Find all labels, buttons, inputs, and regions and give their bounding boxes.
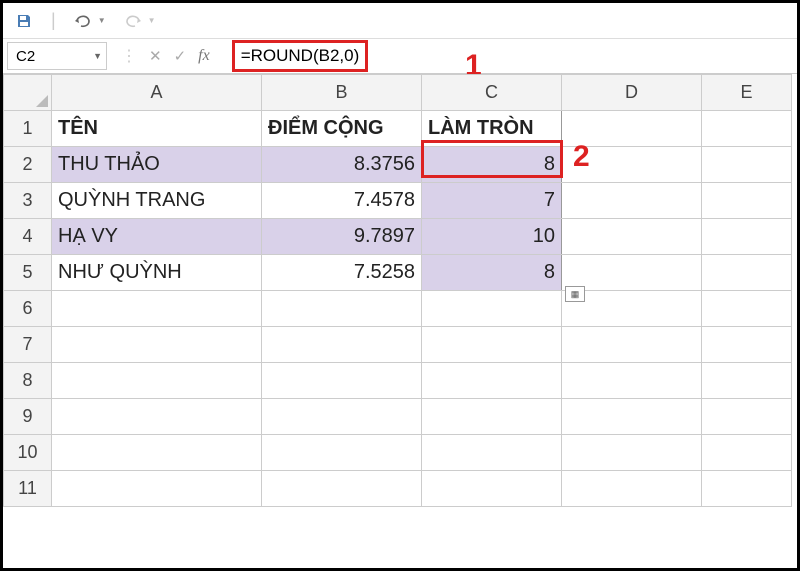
formula-highlight-box: =ROUND(B2,0) <box>232 40 369 72</box>
cell-C1[interactable]: LÀM TRÒN <box>422 111 562 147</box>
column-header-D[interactable]: D <box>562 75 702 111</box>
cell-A3[interactable]: QUỲNH TRANG <box>52 183 262 219</box>
cell-E10[interactable] <box>702 435 792 471</box>
cell-D3[interactable] <box>562 183 702 219</box>
cell-E3[interactable] <box>702 183 792 219</box>
column-header-E[interactable]: E <box>702 75 792 111</box>
cell-C5[interactable]: 8 <box>422 255 562 291</box>
cell-A10[interactable] <box>52 435 262 471</box>
cell-E6[interactable] <box>702 291 792 327</box>
row-header-5[interactable]: 5 <box>4 255 52 291</box>
cell-D9[interactable] <box>562 399 702 435</box>
cell-A2[interactable]: THU THẢO <box>52 147 262 183</box>
redo-icon[interactable] <box>124 12 142 30</box>
undo-icon[interactable] <box>74 12 92 30</box>
cell-B2[interactable]: 8.3756 <box>262 147 422 183</box>
cell-C3[interactable]: 7 <box>422 183 562 219</box>
row-header-9[interactable]: 9 <box>4 399 52 435</box>
cell-A4[interactable]: HẠ VY <box>52 219 262 255</box>
separator: | <box>51 10 56 31</box>
cell-E5[interactable] <box>702 255 792 291</box>
row-header-8[interactable]: 8 <box>4 363 52 399</box>
cell-B8[interactable] <box>262 363 422 399</box>
cell-D10[interactable] <box>562 435 702 471</box>
row-header-7[interactable]: 7 <box>4 327 52 363</box>
cell-C11[interactable] <box>422 471 562 507</box>
quick-access-toolbar: | ▼ ▼ <box>3 3 797 38</box>
cell-D8[interactable] <box>562 363 702 399</box>
cell-B1[interactable]: ĐIỂM CỘNG <box>262 111 422 147</box>
row-header-6[interactable]: 6 <box>4 291 52 327</box>
cell-C9[interactable] <box>422 399 562 435</box>
cell-E11[interactable] <box>702 471 792 507</box>
cell-E9[interactable] <box>702 399 792 435</box>
cell-A1[interactable]: TÊN <box>52 111 262 147</box>
formula-bar: C2 ▼ ⋮ ✕ ✓ fx =ROUND(B2,0) 1 <box>3 38 797 74</box>
cell-E4[interactable] <box>702 219 792 255</box>
cancel-icon[interactable]: ✕ <box>149 47 162 65</box>
cell-B4[interactable]: 9.7897 <box>262 219 422 255</box>
cell-B9[interactable] <box>262 399 422 435</box>
cell-C6[interactable] <box>422 291 562 327</box>
enter-icon[interactable]: ✓ <box>174 47 187 65</box>
cell-A8[interactable] <box>52 363 262 399</box>
cell-D11[interactable] <box>562 471 702 507</box>
cell-E7[interactable] <box>702 327 792 363</box>
cell-C8[interactable] <box>422 363 562 399</box>
cell-C7[interactable] <box>422 327 562 363</box>
callout-2: 2 <box>573 140 590 174</box>
row-header-11[interactable]: 11 <box>4 471 52 507</box>
cell-A6[interactable] <box>52 291 262 327</box>
cell-D7[interactable] <box>562 327 702 363</box>
cell-A11[interactable] <box>52 471 262 507</box>
formula-input[interactable]: =ROUND(B2,0) <box>235 43 366 69</box>
cell-D4[interactable] <box>562 219 702 255</box>
cell-C10[interactable] <box>422 435 562 471</box>
row-header-3[interactable]: 3 <box>4 183 52 219</box>
column-header-A[interactable]: A <box>52 75 262 111</box>
name-box-dropdown-icon[interactable]: ▼ <box>93 51 102 61</box>
row-header-1[interactable]: 1 <box>4 111 52 147</box>
row-header-2[interactable]: 2 <box>4 147 52 183</box>
cell-E1[interactable] <box>702 111 792 147</box>
redo-dropdown-icon[interactable]: ▼ <box>148 16 156 25</box>
cell-B6[interactable] <box>262 291 422 327</box>
column-header-B[interactable]: B <box>262 75 422 111</box>
cell-B5[interactable]: 7.5258 <box>262 255 422 291</box>
row-header-4[interactable]: 4 <box>4 219 52 255</box>
name-box[interactable]: C2 ▼ <box>7 42 107 70</box>
cell-A5[interactable]: NHƯ QUỲNH <box>52 255 262 291</box>
cell-B3[interactable]: 7.4578 <box>262 183 422 219</box>
autofill-options-icon[interactable]: ▦ <box>565 286 585 302</box>
cell-E2[interactable] <box>702 147 792 183</box>
column-header-C[interactable]: C <box>422 75 562 111</box>
select-all-corner[interactable] <box>4 75 52 111</box>
fx-icon[interactable]: fx <box>198 47 218 65</box>
cell-A7[interactable] <box>52 327 262 363</box>
spreadsheet-grid: A B C D E 1 TÊN ĐIỂM CỘNG LÀM TRÒN 2 THU… <box>3 74 797 507</box>
cell-B7[interactable] <box>262 327 422 363</box>
cell-B11[interactable] <box>262 471 422 507</box>
cell-reference: C2 <box>16 48 35 65</box>
row-header-10[interactable]: 10 <box>4 435 52 471</box>
undo-dropdown-icon[interactable]: ▼ <box>98 16 106 25</box>
cell-B10[interactable] <box>262 435 422 471</box>
save-icon[interactable] <box>15 12 33 30</box>
cell-E8[interactable] <box>702 363 792 399</box>
cell-C4[interactable]: 10 <box>422 219 562 255</box>
cell-A9[interactable] <box>52 399 262 435</box>
cell-C2[interactable]: 8 <box>422 147 562 183</box>
formula-bar-buttons: ⋮ ✕ ✓ fx <box>107 46 232 66</box>
